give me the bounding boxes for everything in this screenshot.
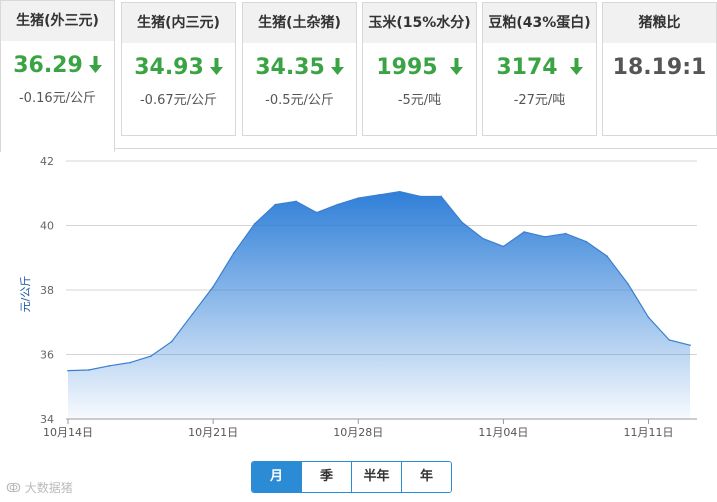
watermark-text: 大数据猪 [24,481,73,495]
y-tick-label: 40 [40,220,54,233]
tab-name: 生猪(外三元) [1,1,114,41]
data-point [87,369,90,371]
data-point [150,355,152,357]
price-change: -0.16元/公斤 [18,91,97,106]
y-tick-label: 34 [40,413,54,426]
tab-soybean-meal[interactable]: 豆粕(43%蛋白) 3174 -27元/吨 [482,2,597,136]
price-change: -5元/吨 [397,93,442,108]
data-point [461,221,463,224]
tab-name: 生猪(内三元) [122,3,235,43]
data-point [668,339,671,341]
x-tick-label: 10月28日 [333,426,383,439]
data-point [170,340,173,343]
tab-name: 玉米(15%水分) [363,3,476,43]
data-point [585,240,588,243]
tab-name: 生猪(土杂猪) [243,3,356,43]
data-point [627,282,629,285]
data-point [544,235,546,238]
arrow-down-icon [449,58,463,79]
data-point [295,200,297,203]
data-point [274,203,277,206]
arrow-down-icon [88,56,102,77]
tab-name: 猪粮比 [603,3,716,43]
price-tabs: 生猪(外三元) 36.29 -0.16元/公斤 生猪(内三元) 34.93 -0… [0,0,717,152]
data-point [647,316,650,319]
data-point [108,364,111,367]
data-point [502,245,505,248]
data-point [212,285,214,288]
data-point [67,369,69,372]
data-point [689,344,691,346]
price-change: -0.5元/公斤 [265,93,334,108]
data-point [523,231,525,233]
data-point [398,190,401,193]
data-point [316,211,318,214]
price-value: 34.35 [255,55,325,80]
arrow-down-icon [569,58,583,79]
period-month-button[interactable]: 月 [252,462,301,492]
arrow-down-icon [209,58,223,79]
data-point [419,195,422,198]
data-point [336,203,339,206]
price-value: 36.29 [13,53,83,78]
tab-pig-inner-three[interactable]: 生猪(内三元) 34.93 -0.67元/公斤 [121,2,236,136]
price-value: 18.19:1 [612,55,707,80]
data-point [378,194,380,196]
period-year-button[interactable]: 年 [401,462,451,492]
data-point [253,223,256,225]
tab-name: 豆粕(43%蛋白) [483,3,596,43]
period-quarter-button[interactable]: 季 [301,462,351,492]
data-point [129,361,131,364]
data-point [440,195,443,198]
arrow-down-icon [330,58,344,79]
data-point [233,252,235,254]
price-value: 1995 [376,55,438,80]
data-point [191,313,194,315]
price-value: 34.93 [134,55,204,80]
data-point [606,255,608,257]
period-selector: 月 季 半年 年 [251,461,452,493]
tab-pig-local-mixed[interactable]: 生猪(土杂猪) 34.35 -0.5元/公斤 [242,2,357,136]
data-point [481,237,484,240]
tab-pig-grain-ratio[interactable]: 猪粮比 18.19:1 [602,2,717,136]
price-value: 3174 [496,55,558,80]
data-point [357,197,360,199]
tab-corn[interactable]: 玉米(15%水分) 1995 -5元/吨 [362,2,477,136]
period-half-year-button[interactable]: 半年 [351,462,401,492]
price-change: -27元/吨 [513,93,566,108]
x-tick-label: 11月04日 [478,426,528,439]
chart-area: 34 36 38 40 42 10月14日 10月21日 10月28日 11月04日 11月11日… [0,148,717,501]
watermark-icon: ↂ [6,481,25,495]
watermark: ↂ 大数据猪 [6,479,73,496]
y-tick-label: 36 [40,349,54,362]
price-chart: 34 36 38 40 42 10月14日 10月21日 10月28日 11月04日 11月11日… [19,155,697,439]
x-tick-label: 10月21日 [188,426,238,439]
data-point [564,232,567,235]
tab-pig-outer-three[interactable]: 生猪(外三元) 36.29 -0.16元/公斤 [0,0,115,152]
y-tick-label: 38 [40,284,54,297]
y-tick-label: 42 [40,155,54,168]
y-axis-label: 元/公斤 [19,276,32,313]
x-tick-label: 11月11日 [624,426,674,439]
x-tick-label: 10月14日 [43,426,93,439]
price-change: -0.67元/公斤 [139,93,218,108]
